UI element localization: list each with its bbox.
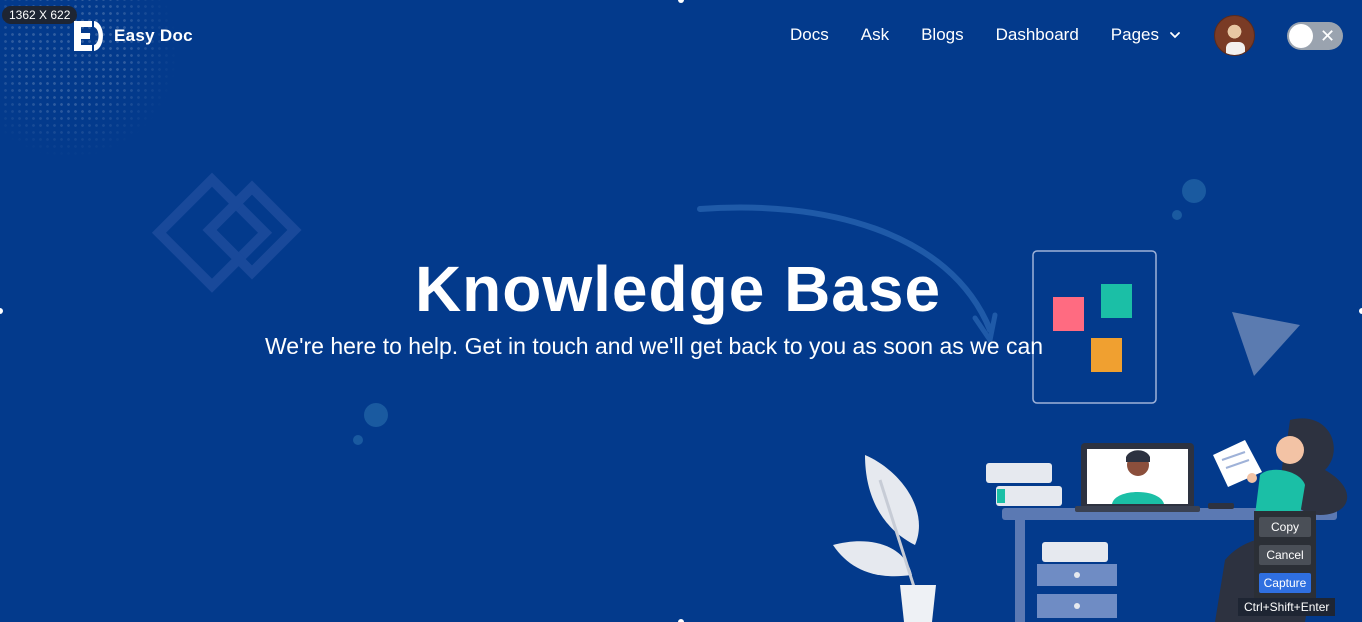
plant-illustration bbox=[833, 455, 936, 622]
shortcut-hint: Ctrl+Shift+Enter bbox=[1238, 598, 1336, 616]
nav-dropdown-pages[interactable]: Pages bbox=[1111, 25, 1181, 45]
chevron-down-icon bbox=[1170, 32, 1180, 39]
brand-name: Easy Doc bbox=[114, 26, 193, 45]
copy-button[interactable]: Copy bbox=[1259, 517, 1311, 537]
laptop-illustration bbox=[1075, 443, 1234, 512]
screenshot-size-label: 1362 X 622 bbox=[2, 6, 78, 24]
nav-link-blogs[interactable]: Blogs bbox=[921, 25, 964, 45]
theme-toggle[interactable]: ✕ bbox=[1287, 22, 1343, 50]
main-nav: Docs Ask Blogs Dashboard Pages bbox=[790, 25, 1213, 45]
avatar[interactable] bbox=[1214, 15, 1255, 56]
capture-button[interactable]: Capture bbox=[1259, 573, 1311, 593]
page-subtitle: We're here to help. Get in touch and we'… bbox=[265, 333, 1044, 359]
nav-link-docs[interactable]: Docs bbox=[790, 25, 829, 45]
nav-link-pages[interactable]: Pages bbox=[1111, 25, 1159, 45]
nav-link-ask[interactable]: Ask bbox=[861, 25, 889, 45]
brand-logo-link[interactable]: Easy Doc bbox=[72, 19, 193, 53]
page: 1362 X 622 Easy Doc Docs Ask Blogs Dashb… bbox=[0, 0, 1362, 622]
logo-icon bbox=[74, 21, 103, 51]
bubble-decoration bbox=[1182, 179, 1206, 203]
close-icon: ✕ bbox=[1320, 26, 1336, 46]
cancel-button[interactable]: Cancel bbox=[1259, 545, 1311, 565]
capture-menu: Copy Cancel Capture bbox=[1254, 511, 1316, 599]
page-title: Knowledge Base bbox=[414, 253, 942, 325]
nav-link-dashboard[interactable]: Dashboard bbox=[996, 25, 1079, 45]
toggle-knob bbox=[1289, 24, 1313, 48]
